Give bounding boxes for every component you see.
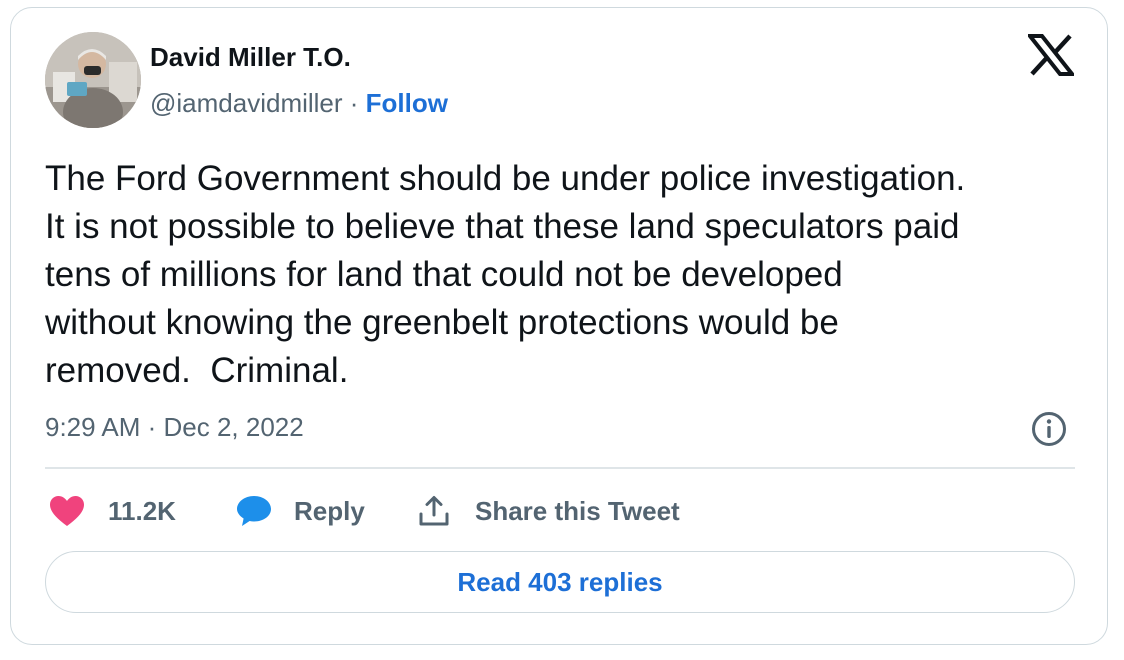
speech-bubble-icon [237, 496, 271, 526]
divider [45, 467, 1075, 469]
x-logo-icon[interactable] [1028, 34, 1074, 76]
tweet-text: The Ford Government should be under poli… [45, 155, 1090, 395]
author-handle[interactable]: @iamdavidmiller [150, 88, 343, 118]
share-label: Share this Tweet [475, 495, 680, 526]
author-handle-row: @iamdavidmiller · Follow [150, 88, 448, 119]
tweet-text-line: tens of millions for land that could not… [45, 255, 843, 294]
handle-separator: · [342, 88, 366, 118]
reply-button[interactable]: Reply [235, 490, 365, 532]
author-display-name[interactable]: David Miller T.O. [150, 42, 351, 73]
share-upload-icon [419, 496, 449, 526]
like-button[interactable]: 11.2K [48, 490, 176, 532]
follow-button[interactable]: Follow [366, 88, 448, 118]
tweet-text-line: removed. Criminal. [45, 351, 349, 390]
tweet-text-line: It is not possible to believe that these… [45, 207, 960, 246]
tweet-text-line: without knowing the greenbelt protection… [45, 303, 839, 342]
info-icon[interactable] [1031, 411, 1067, 447]
share-button[interactable]: Share this Tweet [415, 490, 680, 532]
avatar[interactable] [45, 32, 141, 128]
avatar-photo [45, 32, 141, 128]
tweet-text-line: The Ford Government should be under poli… [45, 159, 966, 198]
reply-label: Reply [294, 495, 365, 526]
read-replies-button[interactable]: Read 403 replies [45, 551, 1075, 613]
tweet-timestamp[interactable]: 9:29 AM · Dec 2, 2022 [45, 412, 304, 443]
like-count: 11.2K [108, 495, 176, 526]
heart-icon [50, 496, 84, 526]
